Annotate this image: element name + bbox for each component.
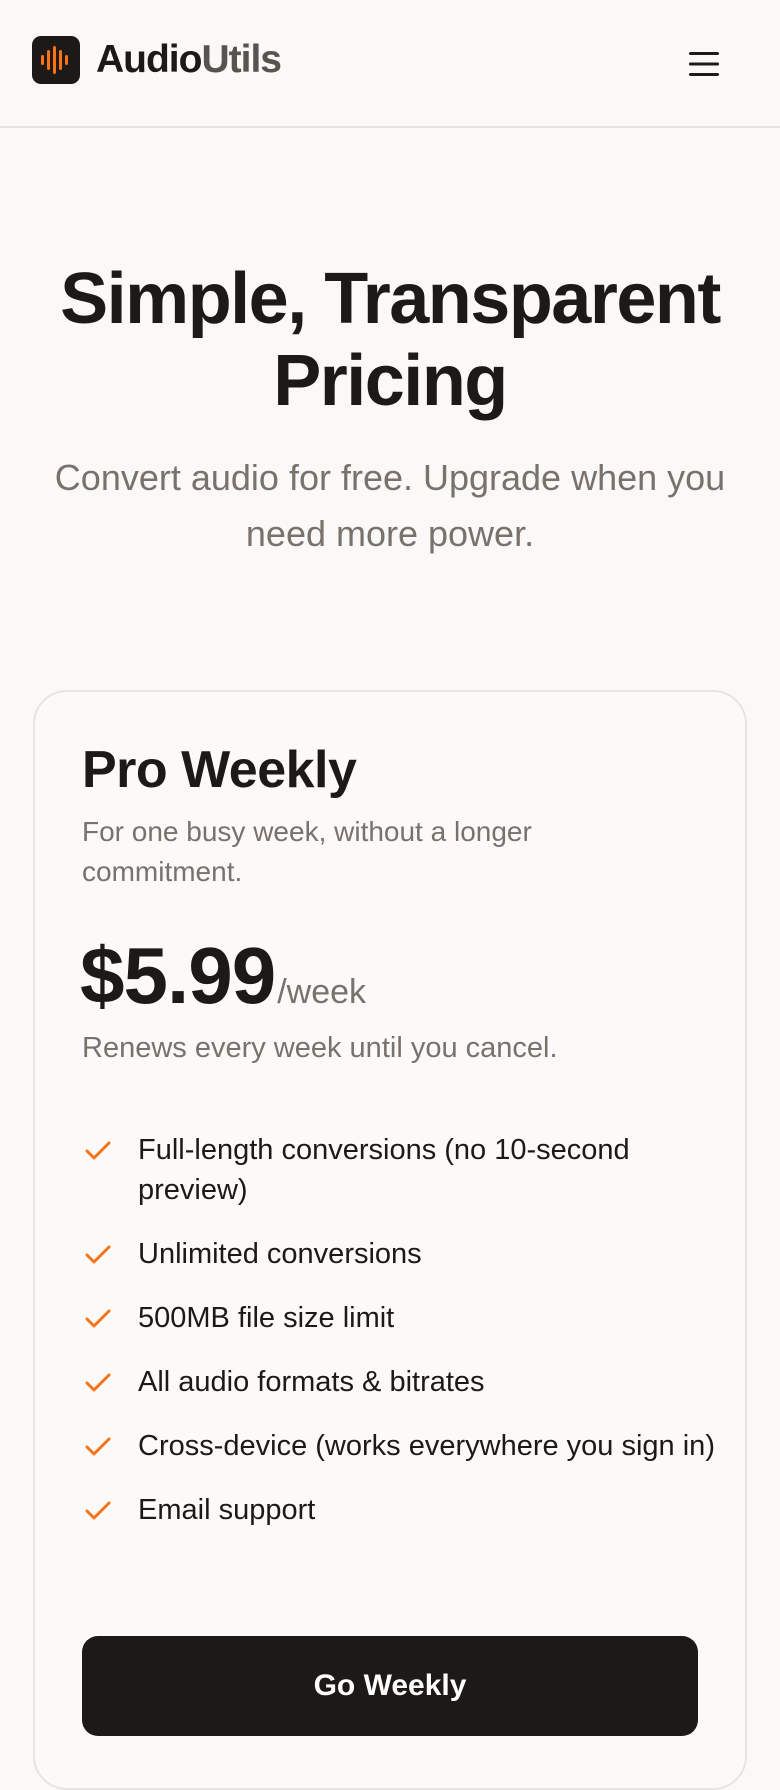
check-icon xyxy=(84,1500,112,1522)
feature-item: All audio formats & bitrates xyxy=(82,1362,722,1402)
feature-list: Full-length conversions (no 10-second pr… xyxy=(82,1130,722,1554)
brand-name-part-utils: Utils xyxy=(201,38,282,81)
feature-text: All audio formats & bitrates xyxy=(138,1366,485,1398)
menu-button[interactable] xyxy=(684,44,724,84)
go-weekly-button[interactable]: Go Weekly xyxy=(82,1636,698,1736)
page-title-line-1: Simple, Transparent xyxy=(60,259,721,339)
feature-item: Full-length conversions (no 10-second pr… xyxy=(82,1130,722,1210)
check-icon xyxy=(84,1372,112,1394)
site-header: AudioUtils xyxy=(0,0,780,128)
page-title: Simple, Transparent Pricing xyxy=(20,258,760,422)
brand-name[interactable]: AudioUtils xyxy=(96,38,282,82)
page-subtitle: Convert audio for free. Upgrade when you… xyxy=(54,457,726,554)
check-icon xyxy=(84,1436,112,1458)
plan-description: For one busy week, without a longer comm… xyxy=(82,816,532,887)
plan-name: Pro Weekly xyxy=(82,741,357,799)
check-icon xyxy=(84,1244,112,1266)
feature-text: 500MB file size limit xyxy=(138,1302,395,1334)
brand-name-part-audio: Audio xyxy=(96,38,202,81)
plan-price: $5.99 xyxy=(80,931,276,1020)
feature-text: Full-length conversions (no 10-second pr… xyxy=(138,1134,630,1206)
page-title-line-2: Pricing xyxy=(273,341,508,421)
check-icon xyxy=(84,1308,112,1330)
check-icon xyxy=(84,1140,112,1162)
feature-item: 500MB file size limit xyxy=(82,1298,722,1338)
feature-item: Unlimited conversions xyxy=(82,1234,722,1274)
feature-item: Email support xyxy=(82,1490,722,1530)
feature-text: Email support xyxy=(138,1494,316,1526)
feature-text: Unlimited conversions xyxy=(138,1238,422,1270)
plan-period: /week xyxy=(277,973,367,1011)
feature-item: Cross-device (works everywhere you sign … xyxy=(82,1426,722,1466)
hamburger-menu-icon xyxy=(684,44,724,84)
renewal-note: Renews every week until you cancel. xyxy=(82,1032,558,1064)
audio-waveform-icon[interactable] xyxy=(32,36,80,84)
feature-text: Cross-device (works everywhere you sign … xyxy=(138,1430,715,1462)
